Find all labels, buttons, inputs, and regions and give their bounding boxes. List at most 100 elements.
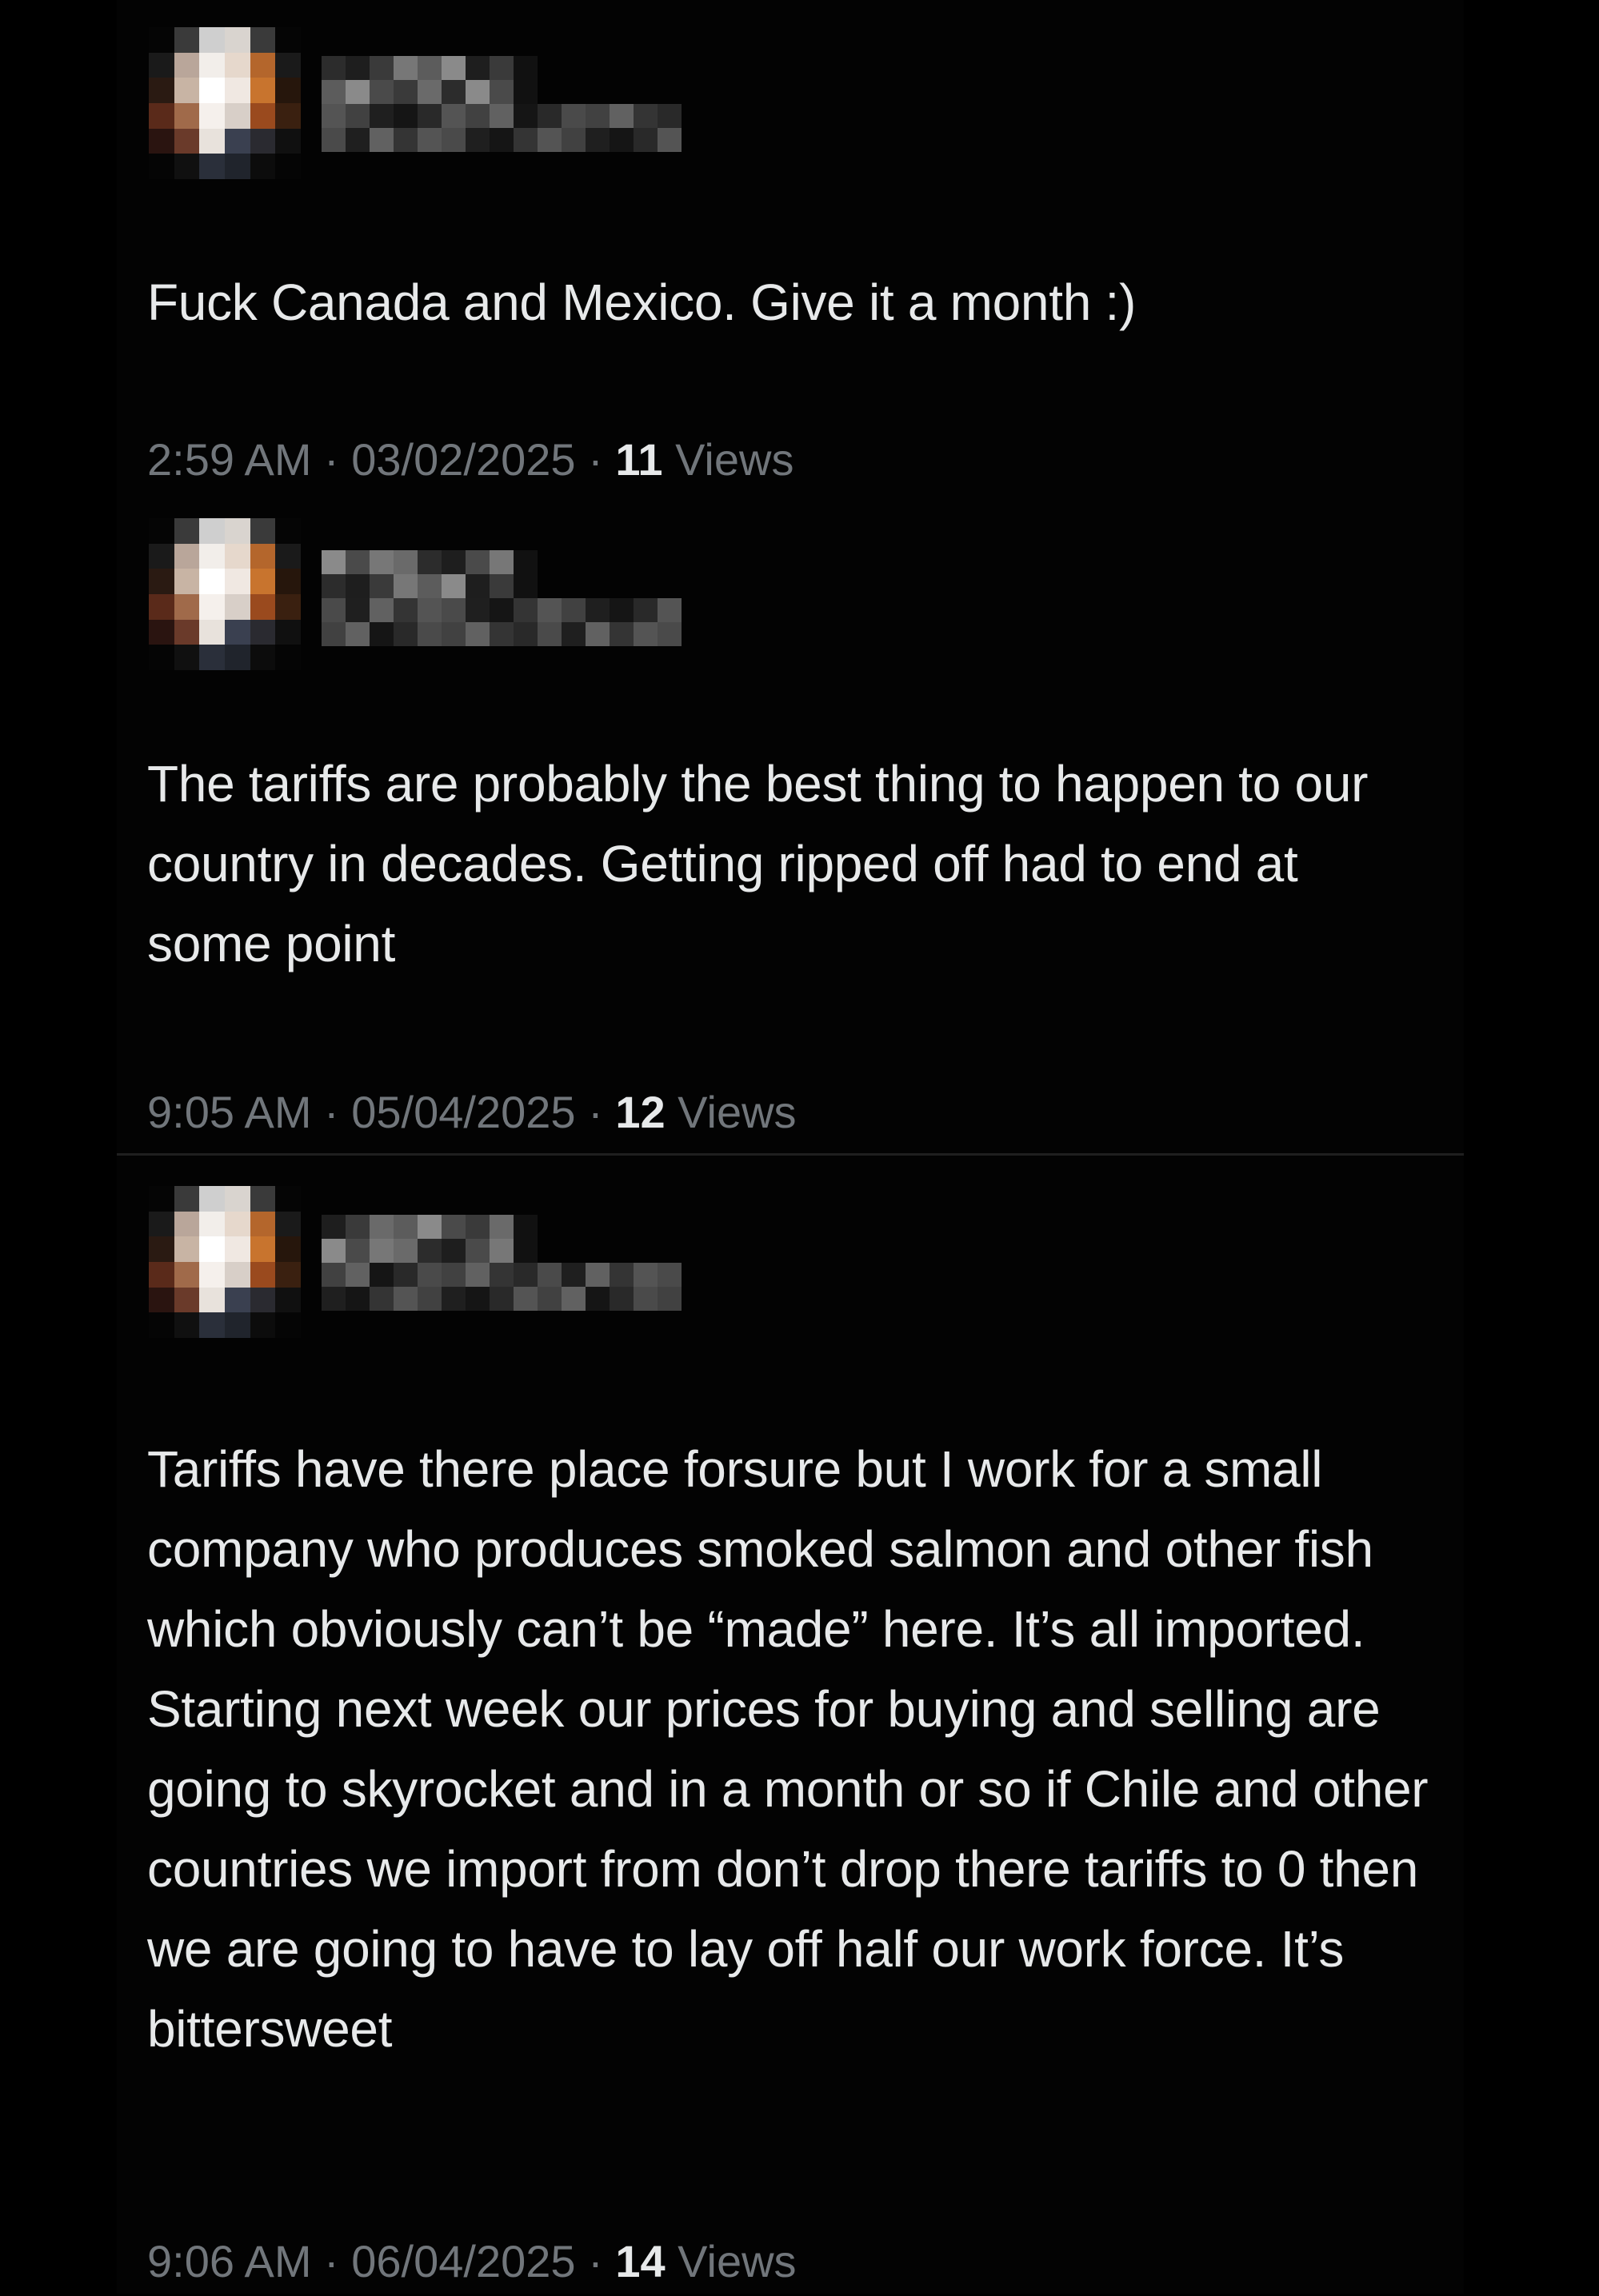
avatar[interactable] [149,1186,301,1338]
blur-pixel [346,550,370,574]
blur-pixel [346,80,370,104]
tweet-feed: Fuck Canada and Mexico. Give it a month … [117,0,1464,2294]
blurred-display-name[interactable] [322,56,538,104]
blur-pixel [418,1239,442,1263]
blur-pixel [466,80,490,104]
blur-pixel [418,1287,442,1311]
avatar-pixel [149,1211,174,1237]
blur-pixel [658,128,682,152]
blur-pixel [394,574,418,598]
blur-pixel [658,1263,682,1287]
tweet[interactable]: Tariffs have there place forsure but I w… [117,1153,1464,2296]
avatar-pixel [149,154,174,179]
blur-pixel [586,1263,610,1287]
blurred-display-name[interactable] [322,1215,538,1263]
avatar-pixel [199,128,225,154]
tweet-time[interactable]: 9:06 AM [147,2236,311,2286]
blur-pixel [562,128,586,152]
views-count: 11 [615,434,663,485]
avatar-pixel [149,102,174,129]
avatar[interactable] [149,518,301,670]
blur-pixel [442,104,466,128]
blur-pixel [562,598,586,622]
blur-pixel [586,104,610,128]
views-label: Views [678,2236,797,2286]
blur-pixel [418,104,442,128]
blur-pixel [466,1287,490,1311]
blur-pixel [370,80,394,104]
blur-pixel [370,1263,394,1287]
blur-pixel [442,1215,466,1239]
tweet-date[interactable]: 03/02/2025 [351,434,575,485]
blurred-username[interactable] [322,1263,682,1311]
avatar-pixel [224,52,250,78]
blur-pixel [442,128,466,152]
avatar-pixel [174,1211,200,1237]
avatar-pixel [199,645,225,670]
blur-pixel [442,80,466,104]
blur-pixel [490,598,514,622]
avatar-pixel [224,593,250,620]
blur-pixel [418,80,442,104]
avatar-pixel [199,518,225,544]
blur-pixel [514,1239,538,1263]
blur-pixel [466,1215,490,1239]
avatar-pixel [199,1287,225,1313]
blur-pixel [634,1287,658,1311]
blur-pixel [586,622,610,646]
avatar-pixel [250,1211,276,1237]
blurred-username[interactable] [322,104,682,152]
blur-pixel [490,622,514,646]
tweet-time[interactable]: 2:59 AM [147,434,311,485]
blur-pixel [442,622,466,646]
avatar[interactable] [149,27,301,179]
blur-pixel [418,1215,442,1239]
avatar-pixel [174,645,200,670]
avatar-pixel [149,1312,174,1338]
blur-pixel [658,104,682,128]
avatar-pixel [174,1312,200,1338]
blur-pixel [394,1287,418,1311]
tweet[interactable]: The tariffs are probably the best thing … [117,496,1464,1153]
avatar-pixel [174,1236,200,1262]
tweet-date[interactable]: 06/04/2025 [351,2236,575,2286]
blurred-display-name[interactable] [322,550,538,598]
avatar-pixel [275,619,301,645]
blur-pixel [514,128,538,152]
tweet[interactable]: Fuck Canada and Mexico. Give it a month … [117,0,1464,496]
avatar-pixel [275,543,301,569]
avatar-pixel [275,593,301,620]
blur-pixel [490,104,514,128]
blur-pixel [442,550,466,574]
blur-pixel [322,1287,346,1311]
avatar-pixel [250,518,276,544]
separator-dot: · [588,2236,616,2286]
avatar-pixel [149,128,174,154]
tweet-date[interactable]: 05/04/2025 [351,1087,575,1137]
blur-pixel [322,1215,346,1239]
blur-pixel [610,1287,634,1311]
avatar-pixel [250,1236,276,1262]
blur-pixel [370,1239,394,1263]
blur-pixel [370,1215,394,1239]
blurred-username[interactable] [322,598,682,646]
avatar-pixel [149,52,174,78]
tweet-text: Fuck Canada and Mexico. Give it a month … [147,274,1136,331]
blur-pixel [490,550,514,574]
blur-pixel [394,1215,418,1239]
blur-pixel [610,598,634,622]
avatar-pixel [174,1186,200,1212]
avatar-pixel [250,1186,276,1212]
avatar-pixel [250,543,276,569]
avatar-pixel [224,128,250,154]
tweet-meta: 2:59 AM · 03/02/2025 · 11 Views [147,432,794,488]
blur-pixel [418,56,442,80]
blur-pixel [610,1263,634,1287]
blur-pixel [370,622,394,646]
blur-pixel [418,550,442,574]
avatar-pixel [149,543,174,569]
tweet-time[interactable]: 9:05 AM [147,1087,311,1137]
blur-pixel [322,550,346,574]
blur-pixel [562,622,586,646]
avatar-pixel [250,154,276,179]
